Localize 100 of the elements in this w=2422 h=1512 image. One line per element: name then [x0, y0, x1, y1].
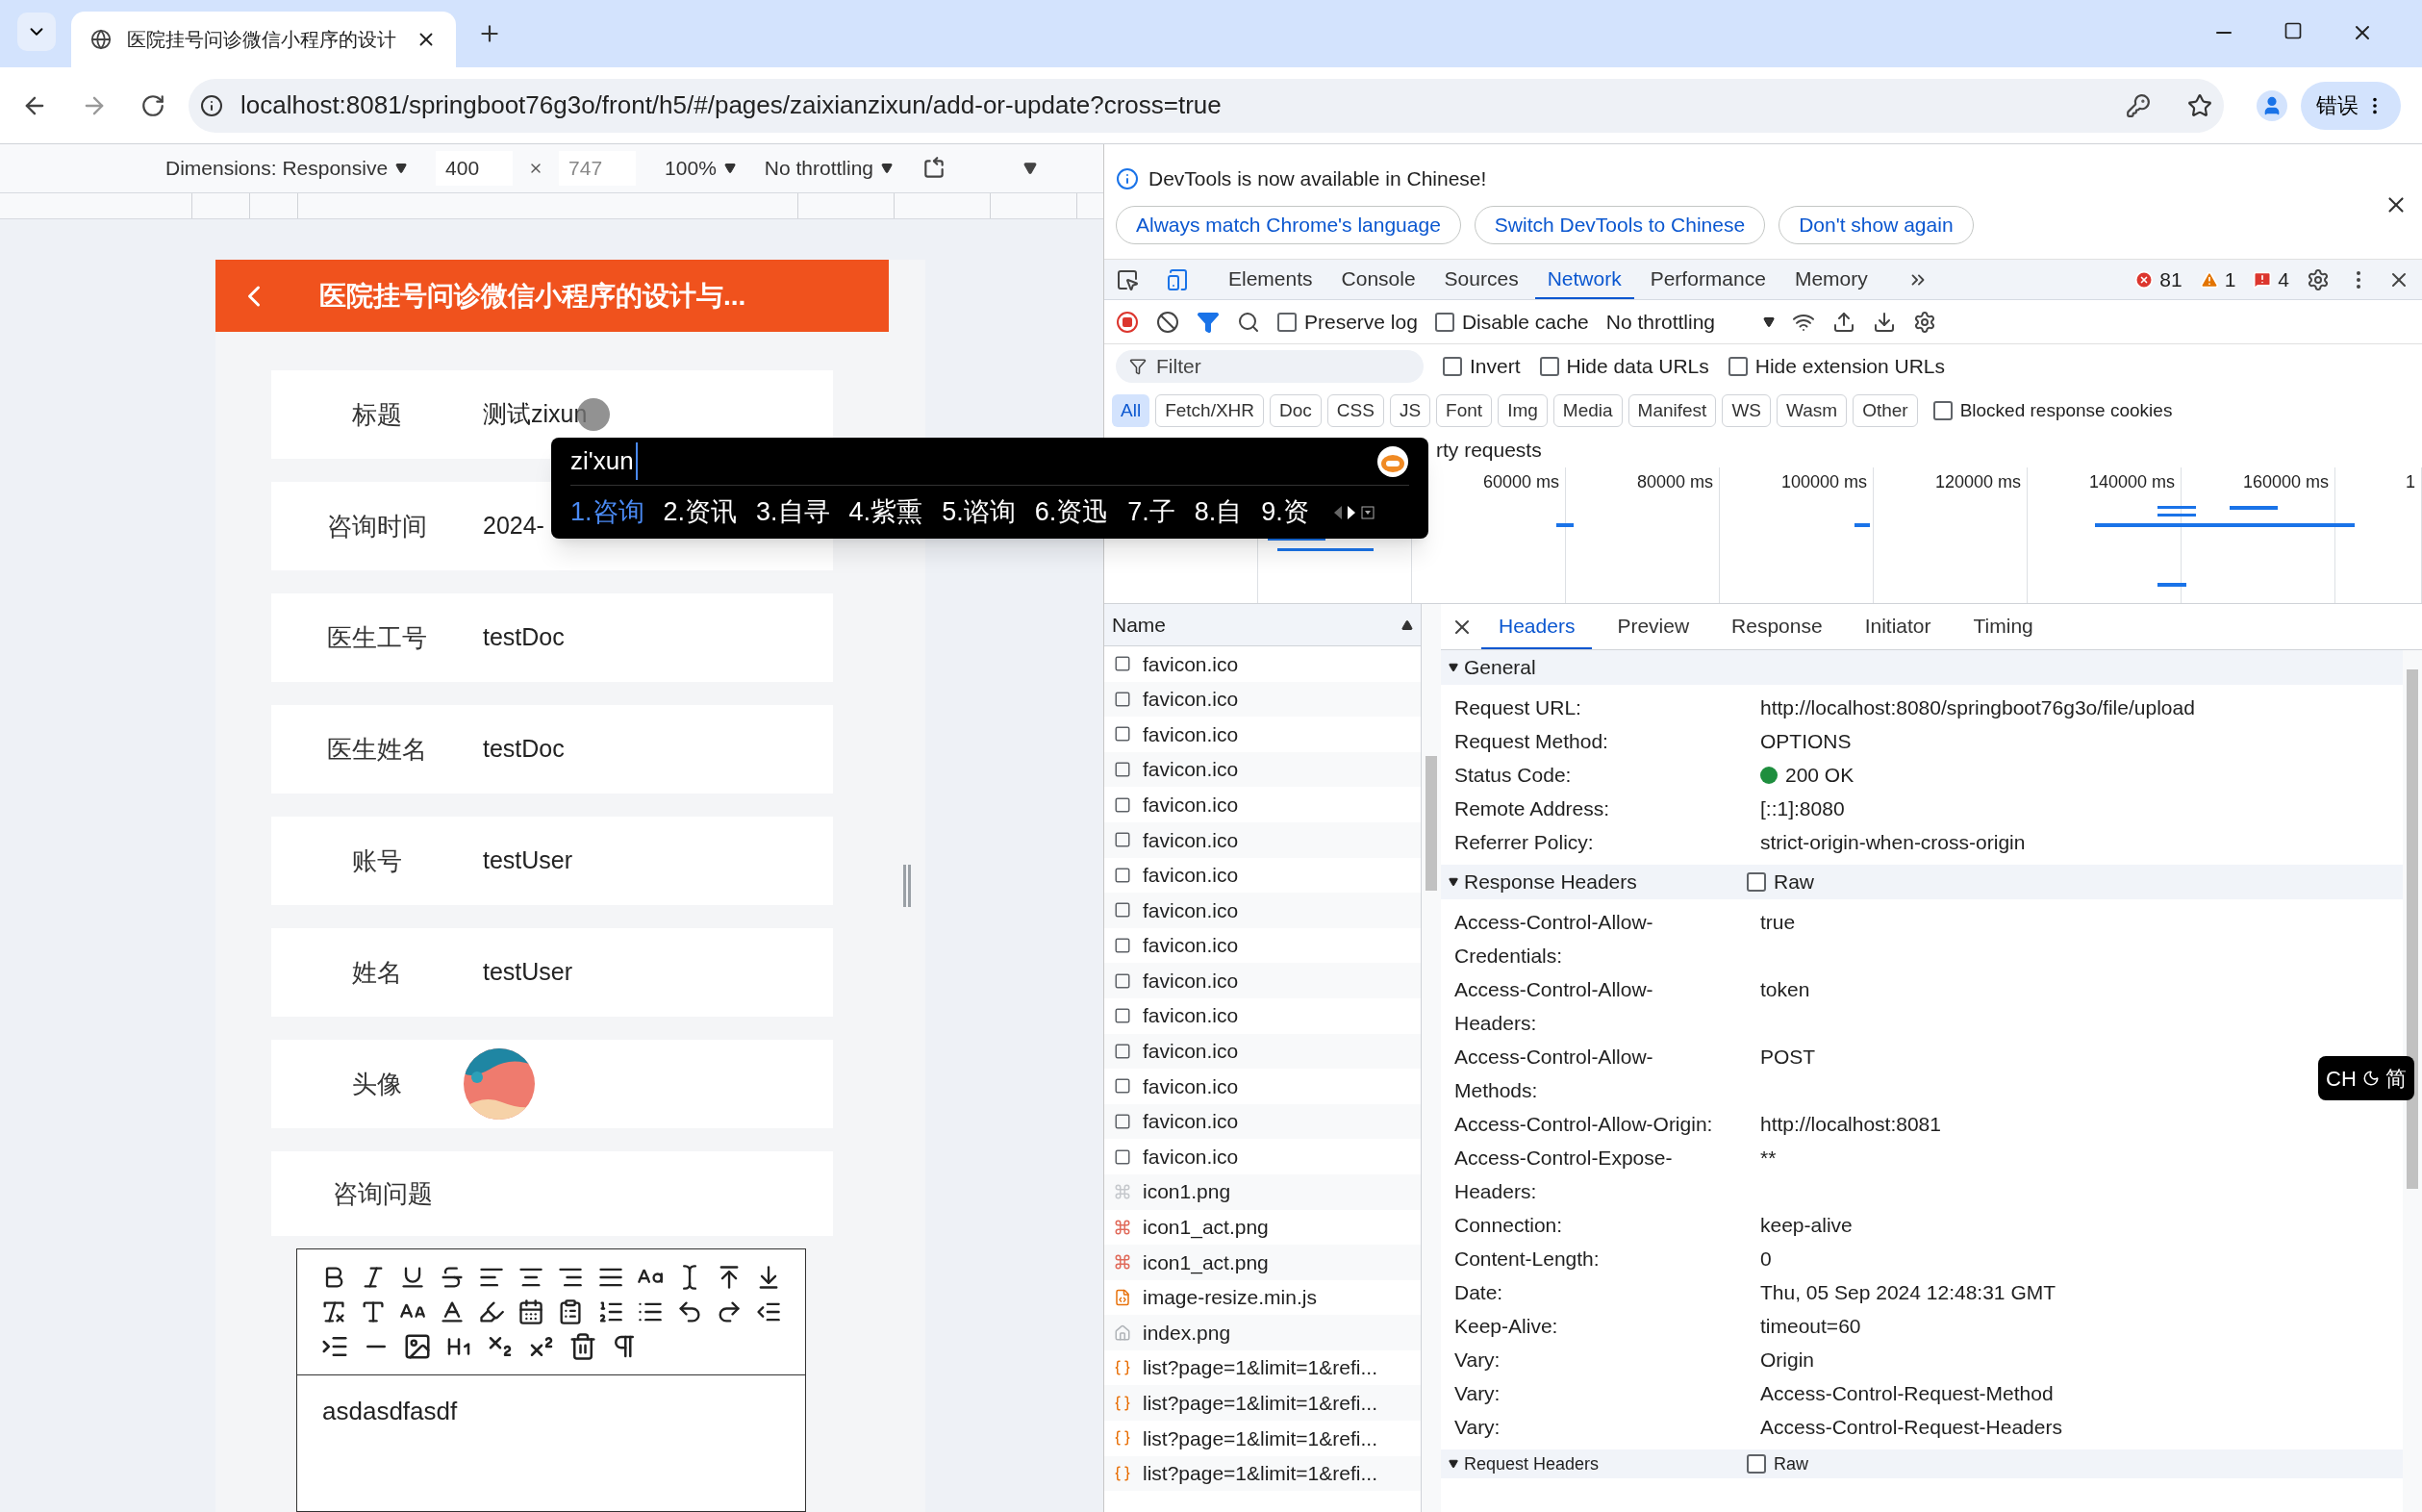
request-row[interactable]: icon1_act.png [1104, 1245, 1421, 1280]
type-filter[interactable]: Wasm [1777, 394, 1848, 427]
type-filter[interactable]: WS [1722, 394, 1771, 427]
panel-tab[interactable]: Performance [1637, 260, 1779, 299]
panel-tab[interactable]: Console [1328, 260, 1428, 299]
field-value[interactable]: testDoc [483, 731, 565, 768]
section-title[interactable]: Response Headers [1464, 867, 1637, 897]
request-row[interactable]: favicon.ico [1104, 821, 1421, 858]
type-filter[interactable]: JS [1389, 394, 1431, 427]
error-count[interactable]: 81 [2159, 264, 2182, 295]
upload-icon[interactable] [1832, 310, 1856, 334]
type-filter[interactable]: Fetch/XHR [1155, 394, 1265, 427]
ime-mode-indicator[interactable]: CH 简 [2318, 1056, 2414, 1100]
type-filter[interactable]: CSS [1326, 394, 1384, 427]
key-icon[interactable] [2126, 92, 2151, 118]
request-row[interactable]: icon1.png [1104, 1173, 1421, 1210]
panel-tab[interactable]: Sources [1431, 260, 1531, 299]
request-row[interactable]: favicon.ico [1104, 751, 1421, 788]
expand-icon[interactable] [1360, 505, 1375, 519]
detail-tab[interactable]: Initiator [1847, 604, 1949, 649]
caret-icon[interactable] [1763, 315, 1776, 328]
profile-avatar[interactable] [2257, 89, 2287, 121]
type-filter[interactable]: Manifest [1627, 394, 1717, 427]
request-row[interactable]: favicon.ico [1104, 1103, 1421, 1140]
ime-candidate[interactable]: 1.咨询 [570, 492, 644, 532]
filter-icon[interactable] [1197, 310, 1220, 334]
issue-count[interactable]: 4 [2278, 264, 2289, 295]
width-field[interactable]: 400 [436, 151, 514, 186]
ime-candidate[interactable]: 2.资讯 [663, 492, 738, 532]
checkbox[interactable] [1539, 357, 1559, 376]
settings-icon[interactable] [2307, 267, 2330, 291]
warning-count[interactable]: 1 [2224, 264, 2236, 295]
inspect-icon[interactable] [1116, 267, 1139, 291]
filter-field[interactable]: Filter [1116, 350, 1424, 383]
request-row[interactable]: favicon.ico [1104, 1033, 1421, 1070]
tab-list-button[interactable] [17, 13, 56, 51]
caret-icon[interactable] [881, 163, 894, 174]
restore-icon[interactable] [2283, 21, 2303, 40]
field-value[interactable]: testUser [483, 843, 573, 879]
type-filter[interactable]: Img [1498, 394, 1548, 427]
type-filter[interactable]: All [1112, 394, 1150, 427]
type-filter[interactable]: Doc [1270, 394, 1322, 427]
checkbox[interactable] [1728, 357, 1748, 376]
dimensions-dropdown[interactable]: Dimensions: Responsive [165, 153, 408, 184]
download-icon[interactable] [1873, 310, 1897, 334]
detail-tab[interactable]: Preview [1600, 604, 1707, 649]
info-icon[interactable] [200, 93, 223, 117]
address-bar[interactable]: localhost:8081/springboot76g3o/front/h5/#/pages/zaixianzixun/add-or-update?cross=true [189, 78, 2224, 133]
request-row[interactable]: list?page=1&limit=1&refi... [1104, 1455, 1421, 1492]
browser-tab[interactable]: 医院挂号问诊微信小程序的设计 [71, 12, 456, 67]
calendar-icon[interactable] [517, 1298, 545, 1326]
request-row[interactable]: favicon.ico [1104, 893, 1421, 928]
checkbox[interactable] [1434, 312, 1454, 332]
height-field[interactable]: 747 [559, 151, 637, 186]
scrollbar-thumb[interactable] [1425, 756, 1437, 891]
more-options-icon[interactable] [1023, 162, 1038, 175]
ime-candidate[interactable]: 3.自寻 [756, 492, 830, 532]
caret-icon[interactable] [723, 163, 736, 174]
request-row[interactable]: favicon.ico [1104, 963, 1421, 998]
rich-text-editor[interactable]: asdasdfasdf [296, 1248, 806, 1512]
detail-tab[interactable]: Timing [1955, 604, 2051, 649]
throttling-dropdown[interactable]: No throttling [1605, 306, 1776, 338]
caret-icon[interactable] [395, 163, 408, 174]
settings-icon[interactable] [1913, 310, 1937, 334]
image-icon[interactable] [403, 1332, 432, 1361]
request-row[interactable]: list?page=1&limit=1&refi... [1104, 1385, 1421, 1422]
reload-icon[interactable] [140, 92, 165, 118]
panel-tab[interactable]: Network [1534, 260, 1634, 299]
request-row[interactable]: index.png [1104, 1315, 1421, 1350]
resize-handle-icon[interactable] [902, 865, 912, 907]
zoom-dropdown[interactable]: 100% [665, 153, 736, 184]
scrollbar-thumb[interactable] [2407, 669, 2418, 1189]
expand-triangle-icon[interactable] [1449, 877, 1458, 887]
checkbox[interactable] [1277, 312, 1297, 332]
bookmark-icon[interactable] [2187, 92, 2212, 118]
section-title[interactable]: General [1464, 652, 1536, 683]
expand-triangle-icon[interactable] [1449, 1459, 1458, 1469]
type-filter[interactable]: Media [1552, 394, 1623, 427]
field-value[interactable]: testUser [483, 954, 573, 991]
field-value[interactable]: testDoc [483, 619, 565, 656]
field-value[interactable]: 2024- [483, 508, 544, 544]
panel-tab[interactable]: Memory [1781, 260, 1880, 299]
ime-candidate[interactable]: 4.紫熏 [848, 492, 923, 532]
checkbox[interactable] [1932, 401, 1953, 420]
detail-tab[interactable]: Response [1714, 604, 1840, 649]
throttling-dropdown[interactable]: No throttling [764, 153, 894, 184]
search-icon[interactable] [1237, 310, 1260, 334]
request-row[interactable]: favicon.ico [1104, 681, 1421, 718]
section-title[interactable]: Request Headers [1464, 1450, 1600, 1477]
ime-candidate[interactable]: 5.谘询 [942, 492, 1016, 532]
expand-triangle-icon[interactable] [1449, 663, 1458, 672]
ime-candidate[interactable]: 7.子 [1127, 492, 1175, 532]
ime-candidate[interactable]: 8.自 [1194, 492, 1243, 532]
column-header[interactable]: Name [1112, 609, 1167, 641]
clear-icon[interactable] [1156, 310, 1179, 334]
profile-button[interactable]: 错误 [2301, 81, 2401, 130]
record-icon[interactable] [1116, 310, 1139, 334]
checkbox[interactable] [1747, 1454, 1766, 1474]
type-filter[interactable]: Font [1436, 394, 1493, 427]
trash-icon[interactable] [568, 1332, 597, 1361]
